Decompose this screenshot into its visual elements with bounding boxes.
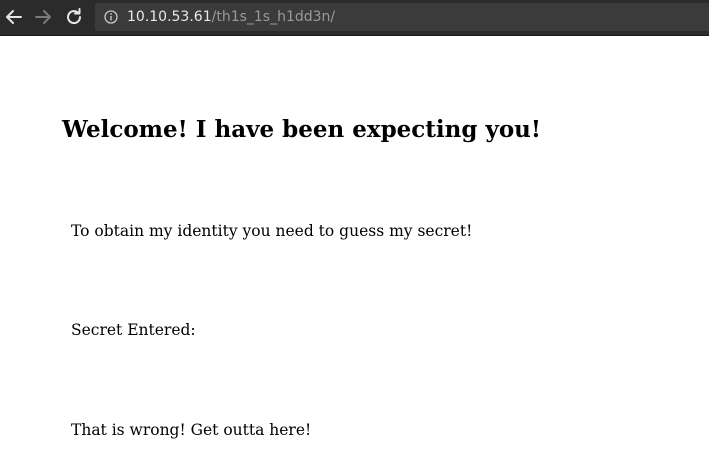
page-heading: Welcome! I have been expecting you! <box>62 116 541 143</box>
browser-toolbar: 10.10.53.61/th1s_1s_h1dd3n/ <box>0 0 709 36</box>
page-content: Welcome! I have been expecting you! To o… <box>0 36 709 460</box>
url-text[interactable]: 10.10.53.61/th1s_1s_h1dd3n/ <box>127 8 335 26</box>
arrow-right-icon <box>35 10 51 24</box>
reload-button[interactable] <box>63 6 85 28</box>
address-bar[interactable]: 10.10.53.61/th1s_1s_h1dd3n/ <box>95 3 709 31</box>
url-host: 10.10.53.61 <box>127 9 212 25</box>
secret-entered-label: Secret Entered: <box>71 321 196 339</box>
back-button[interactable] <box>3 6 25 28</box>
reload-icon <box>67 8 82 25</box>
result-message: That is wrong! Get outta here! <box>71 421 312 439</box>
intro-text: To obtain my identity you need to guess … <box>71 222 473 240</box>
forward-button[interactable] <box>32 6 54 28</box>
info-icon[interactable] <box>104 10 118 24</box>
arrow-left-icon <box>6 10 22 24</box>
url-path: /th1s_1s_h1dd3n/ <box>211 9 336 25</box>
